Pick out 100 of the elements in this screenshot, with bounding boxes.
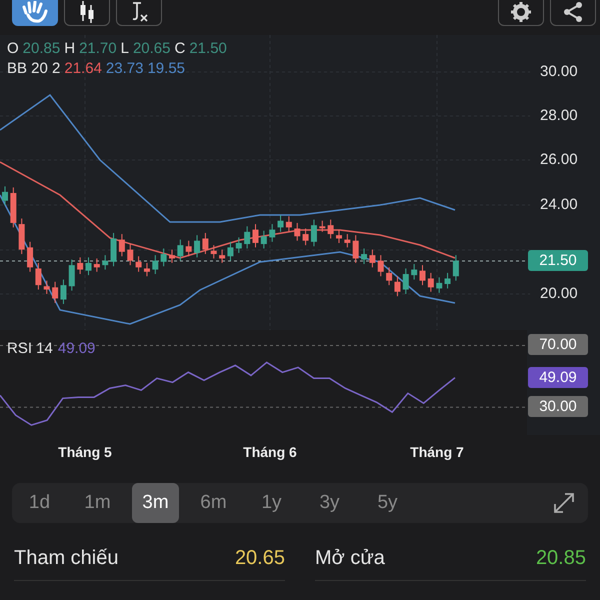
candle — [86, 256, 92, 276]
candle — [278, 214, 284, 232]
candle — [68, 259, 75, 292]
ohlc-value: 20.85 — [22, 39, 60, 59]
candle — [269, 224, 276, 242]
price-axis-label: 20.00 — [540, 285, 578, 302]
indicator-value: 19.55 — [147, 59, 186, 79]
candle — [394, 276, 400, 297]
share-button[interactable] — [550, 0, 596, 26]
indicator-button[interactable] — [116, 0, 162, 26]
candle — [294, 222, 300, 242]
candle — [35, 262, 42, 290]
candle — [110, 232, 117, 267]
rsi-value-badge: 49.09 — [528, 367, 588, 388]
candle — [369, 249, 376, 268]
range-tab[interactable]: 5y — [364, 483, 411, 523]
candle — [2, 186, 8, 206]
price-axis-label: 30.00 — [540, 63, 578, 80]
rsi-label: RSI 14 — [7, 340, 53, 357]
candle — [420, 264, 426, 286]
candle — [118, 234, 125, 257]
candle — [361, 248, 368, 265]
hand-icon — [22, 1, 48, 23]
indicator-label: BB 20 2 — [7, 59, 60, 79]
candle — [436, 276, 442, 294]
month-label: Tháng 5 — [57, 444, 113, 460]
share-icon — [562, 1, 584, 23]
candle — [252, 224, 258, 248]
indicator-value: 23.73 — [106, 59, 144, 79]
range-tab[interactable]: 1y — [248, 483, 295, 523]
candle — [144, 262, 150, 277]
candle — [202, 232, 208, 255]
price-axis-label: 26.00 — [540, 151, 578, 168]
stat-label: Tham chiếu — [14, 547, 118, 570]
expand-icon[interactable] — [552, 491, 576, 515]
range-tab[interactable]: 1m — [74, 483, 121, 523]
candle — [219, 249, 226, 264]
range-tab[interactable]: 1d — [16, 483, 63, 523]
ohlc-label: O — [7, 39, 19, 59]
range-tab[interactable]: 3m — [132, 483, 179, 523]
stat-value: 20.85 — [536, 547, 586, 570]
last-price-badge: 21.50 — [528, 250, 588, 271]
candle — [177, 239, 184, 262]
candle — [352, 234, 359, 264]
stat-label: Mở cửa — [315, 547, 385, 570]
candlestick-button[interactable] — [64, 0, 110, 26]
candle — [60, 279, 66, 304]
candle — [169, 249, 175, 264]
candle — [328, 219, 334, 239]
candle — [194, 234, 200, 258]
ohlc-value: 21.50 — [189, 39, 227, 59]
indicator-value: 21.64 — [64, 59, 102, 79]
candle — [244, 226, 250, 249]
candle — [336, 229, 342, 244]
candle — [10, 186, 16, 228]
candle — [127, 244, 134, 266]
candle — [286, 216, 292, 232]
candle — [210, 244, 217, 259]
candle — [152, 254, 158, 275]
candle — [444, 272, 451, 289]
ohlc-value: 21.70 — [79, 39, 117, 59]
candle — [452, 254, 459, 282]
ohlc-label: C — [174, 39, 186, 59]
month-label: Tháng 6 — [242, 444, 298, 460]
candle — [319, 220, 326, 232]
price-axis-label: 24.00 — [540, 196, 578, 213]
candle — [186, 240, 192, 257]
settings-icon — [510, 1, 532, 23]
candle — [386, 266, 392, 286]
hand-tool-button[interactable] — [12, 0, 58, 26]
candle — [310, 219, 317, 247]
candle — [77, 256, 84, 275]
ohlc-label: L — [120, 39, 129, 59]
rsi-axis-label: 70.00 — [528, 334, 588, 356]
price-axis-label: 28.00 — [540, 107, 578, 124]
candle — [136, 256, 142, 272]
ohlc-label: H — [64, 39, 76, 59]
candle — [260, 230, 267, 249]
candle — [428, 272, 434, 292]
candle — [160, 248, 167, 267]
candle — [227, 241, 234, 262]
candle — [102, 254, 108, 270]
candle — [52, 281, 58, 304]
month-label: Tháng 7 — [409, 444, 465, 460]
rsi-axis-label: 30.00 — [528, 396, 588, 418]
settings-button[interactable] — [498, 0, 544, 26]
candle — [411, 264, 418, 280]
ohlc-value: 20.65 — [132, 39, 170, 59]
range-tab[interactable]: 3y — [306, 483, 353, 523]
candle — [94, 258, 100, 272]
candle — [378, 254, 384, 277]
candle — [236, 236, 242, 254]
candle — [302, 228, 309, 246]
candle — [344, 234, 350, 248]
candle — [27, 241, 34, 272]
candle — [18, 218, 25, 255]
stat-value: 20.65 — [234, 547, 285, 570]
range-tab[interactable]: 6m — [190, 483, 237, 523]
candle — [402, 268, 409, 294]
candle — [44, 280, 50, 294]
